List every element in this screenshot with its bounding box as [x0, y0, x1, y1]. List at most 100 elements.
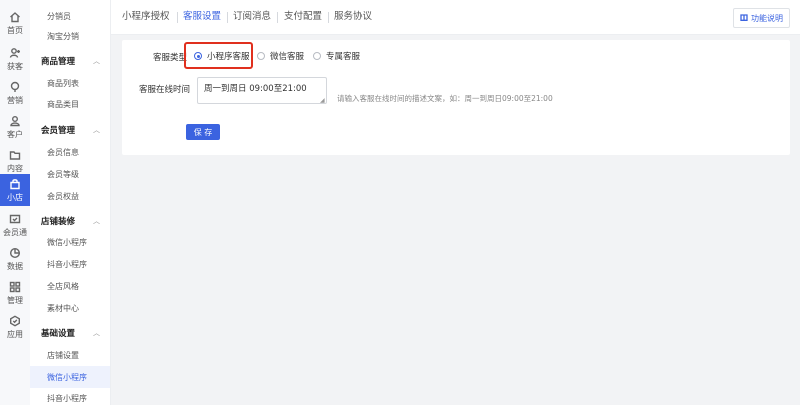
rail-item-label: 首页	[7, 25, 23, 35]
chevron-up-icon: ︿	[93, 329, 100, 337]
radio-unchecked-icon	[257, 52, 265, 60]
tab-divider	[177, 12, 178, 23]
menu-item-store-style[interactable]: 全店风格	[30, 275, 110, 297]
menu-item-label: 商品列表	[47, 78, 79, 88]
menu-item-member-rights[interactable]: 会员权益	[30, 185, 110, 207]
menu-item-member-info[interactable]: 会员信息	[30, 141, 110, 163]
menu-group-label: 会员管理	[41, 126, 76, 136]
feature-help-button[interactable]: 功能说明	[733, 8, 790, 28]
rail-item-label: 客户	[7, 129, 23, 139]
menu-group-label: 商品管理	[41, 57, 76, 67]
menu-item-douyin-miniapp[interactable]: 抖音小程序	[30, 387, 110, 405]
chevron-up-icon: ︿	[93, 57, 100, 65]
rail-item-label: 小店	[7, 192, 23, 202]
menu-item-label: 店铺设置	[47, 350, 79, 360]
menu-item-douyin-miniapp-decor[interactable]: 抖音小程序	[30, 253, 110, 275]
rail-item-content[interactable]: 内容	[0, 144, 30, 178]
book-icon	[740, 14, 748, 22]
rail-item-manage[interactable]: 管理	[0, 276, 30, 310]
menu-item-product-list[interactable]: 商品列表	[30, 72, 110, 94]
feature-help-label: 功能说明	[751, 13, 783, 23]
customer-icon	[10, 115, 20, 126]
app-icon	[10, 314, 20, 327]
icon-rail: 首页 获客 营销 客户 内容 小店 会员通 数据 管理 应用	[0, 0, 31, 405]
radio-miniapp-service[interactable]: 小程序客服	[194, 49, 250, 63]
top-tab-bar: 小程序授权 客服设置 订阅消息 支付配置 服务协议 功能说明	[111, 0, 800, 35]
chevron-up-icon: ︿	[93, 126, 100, 134]
menu-item-label: 商品类目	[47, 99, 79, 109]
radio-wechat-service[interactable]: 微信客服	[257, 49, 304, 63]
user-plus-icon	[9, 47, 20, 58]
menu-item-label: 会员等级	[47, 169, 79, 179]
rail-item-shop[interactable]: 小店	[0, 174, 30, 206]
tab-divider	[328, 12, 329, 23]
member-icon	[9, 214, 21, 223]
menu-item-label: 抖音小程序	[47, 393, 87, 403]
menu-item-product-category[interactable]: 商品类目	[30, 93, 110, 115]
menu-group-basic-settings[interactable]: 基础设置 ︿	[30, 322, 110, 344]
menu-item-label: 素材中心	[47, 303, 79, 313]
tab-divider	[227, 12, 228, 23]
rail-item-label: 管理	[7, 295, 23, 305]
tab-miniapp-auth[interactable]: 小程序授权	[122, 0, 170, 34]
tab-divider	[277, 12, 278, 23]
home-icon	[10, 11, 20, 22]
menu-item-label: 淘宝分销	[47, 31, 79, 41]
menu-item-label: 分销员	[47, 11, 71, 21]
online-time-hint: 请输入客服在线时间的描述文案，如：周一到周日09:00至21:00	[337, 94, 553, 103]
shop-icon	[10, 178, 20, 189]
rail-item-acquire[interactable]: 获客	[0, 42, 30, 76]
rail-item-label: 营销	[7, 95, 23, 105]
menu-group-label: 基础设置	[41, 329, 76, 339]
rail-item-label: 应用	[7, 329, 23, 339]
marketing-icon	[10, 81, 20, 92]
menu-item-label: 微信小程序	[47, 237, 87, 247]
rail-item-apps[interactable]: 应用	[0, 310, 30, 344]
rail-item-label: 内容	[7, 163, 23, 173]
folder-icon	[9, 150, 21, 160]
tab-payment[interactable]: 支付配置	[284, 0, 322, 34]
menu-item-member-level[interactable]: 会员等级	[30, 163, 110, 185]
online-time-label: 客服在线时间	[139, 85, 191, 95]
tab-customer-service[interactable]: 客服设置	[183, 0, 221, 34]
radio-dedicated-service[interactable]: 专属客服	[313, 49, 360, 63]
resize-grip-icon[interactable]: ◢	[320, 97, 325, 104]
radio-label: 专属客服	[326, 52, 361, 62]
rail-item-data[interactable]: 数据	[0, 242, 30, 276]
menu-group-products[interactable]: 商品管理 ︿	[30, 50, 110, 72]
menu-item-label: 会员信息	[47, 147, 79, 157]
menu-item-wechat-miniapp[interactable]: 微信小程序	[30, 366, 110, 388]
rail-item-home[interactable]: 首页	[0, 6, 30, 40]
rail-item-label: 获客	[7, 61, 23, 71]
menu-item-distributor[interactable]: 分销员	[30, 5, 110, 27]
menu-item-material-center[interactable]: 素材中心	[30, 297, 110, 319]
grid-icon	[9, 281, 21, 292]
service-type-label: 客服类型	[153, 53, 188, 63]
rail-item-label: 会员通	[3, 227, 27, 237]
menu-group-label: 店铺装修	[41, 217, 76, 227]
chevron-up-icon: ︿	[93, 217, 100, 225]
menu-item-label: 抖音小程序	[47, 259, 87, 269]
rail-item-member[interactable]: 会员通	[0, 208, 30, 242]
menu-item-wechat-miniapp-decor[interactable]: 微信小程序	[30, 231, 110, 253]
online-time-input[interactable]: 周一到周日 09:00至21:00	[197, 77, 327, 104]
rail-item-marketing[interactable]: 营销	[0, 76, 30, 110]
chart-icon	[9, 247, 21, 258]
radio-label: 微信客服	[270, 52, 305, 62]
tab-subscription[interactable]: 订阅消息	[233, 0, 271, 34]
menu-item-label: 微信小程序	[47, 372, 87, 382]
menu-item-taobao-distribution[interactable]: 淘宝分销	[30, 25, 110, 47]
tab-service-agreement[interactable]: 服务协议	[334, 0, 372, 34]
rail-item-label: 数据	[7, 261, 23, 271]
rail-item-customer[interactable]: 客户	[0, 110, 30, 144]
menu-item-label: 会员权益	[47, 191, 79, 201]
customer-service-settings-card: 客服类型 小程序客服 微信客服 专属客服 客服在线时间 周一到周日 09:00至…	[122, 40, 790, 155]
radio-checked-icon	[194, 52, 202, 60]
save-button[interactable]: 保 存	[186, 124, 220, 140]
menu-item-store-settings[interactable]: 店铺设置	[30, 344, 110, 366]
radio-label: 小程序客服	[207, 52, 250, 62]
menu-item-label: 全店风格	[47, 281, 79, 291]
secondary-menu: 分销员 淘宝分销 商品管理 ︿ 商品列表 商品类目 会员管理 ︿ 会员信息 会员等级…	[30, 0, 111, 405]
menu-group-decoration[interactable]: 店铺装修 ︿	[30, 210, 110, 232]
menu-group-members[interactable]: 会员管理 ︿	[30, 119, 110, 141]
